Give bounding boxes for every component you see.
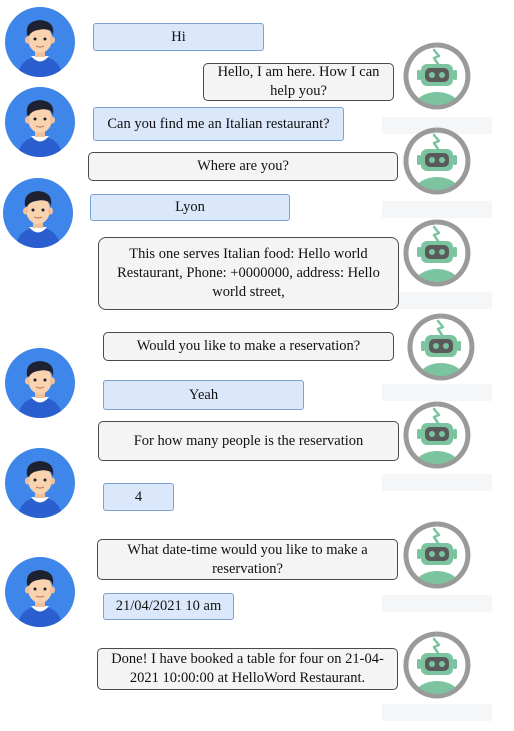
chat-window: { "conversation": { "messages": [ {"send… [0, 0, 514, 731]
robot-avatar-icon [403, 127, 471, 195]
bot-message: For how many people is the reservation [98, 421, 399, 461]
robot-avatar-icon [403, 521, 471, 589]
user-message: 4 [103, 483, 174, 511]
robot-avatar-icon [403, 401, 471, 469]
user-avatar-icon [5, 7, 75, 77]
user-avatar-icon [5, 448, 75, 518]
robot-avatar-icon [403, 219, 471, 287]
robot-avatar-icon [403, 42, 471, 110]
bot-message: What date-time would you like to make a … [97, 539, 398, 580]
user-message: 21/04/2021 10 am [103, 593, 234, 620]
bot-message: Where are you? [88, 152, 398, 181]
bot-avatar-shadow [382, 704, 492, 721]
bot-avatar-shadow [382, 474, 492, 491]
robot-avatar-icon [403, 631, 471, 699]
bot-avatar-shadow [382, 384, 492, 401]
user-avatar-icon [3, 178, 73, 248]
robot-avatar-icon [407, 313, 475, 381]
bot-avatar-shadow [382, 201, 492, 218]
user-avatar-icon [5, 348, 75, 418]
user-message: Lyon [90, 194, 290, 221]
user-message: Can you find me an Italian restaurant? [93, 107, 344, 141]
bot-message: Done! I have booked a table for four on … [97, 648, 398, 690]
user-avatar-icon [5, 557, 75, 627]
user-message: Hi [93, 23, 264, 51]
user-avatar-icon [5, 87, 75, 157]
bot-message: This one serves Italian food: Hello worl… [98, 237, 399, 310]
bot-message: Hello, I am here. How I can help you? [203, 63, 394, 101]
bot-avatar-shadow [382, 595, 492, 612]
user-message: Yeah [103, 380, 304, 410]
bot-message: Would you like to make a reservation? [103, 332, 394, 361]
